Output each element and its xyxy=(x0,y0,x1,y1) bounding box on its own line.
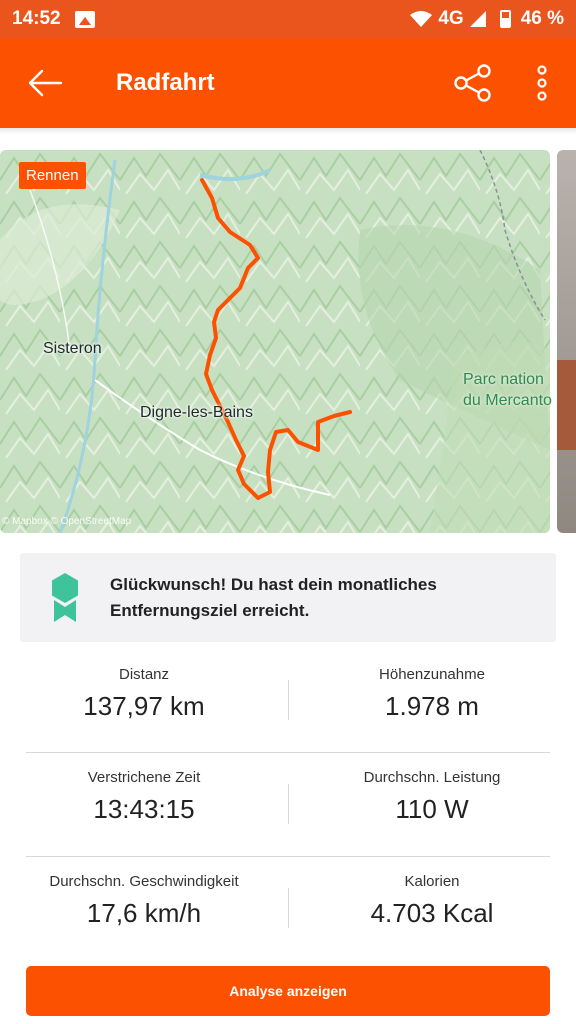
battery-percent: 46 % xyxy=(520,8,564,29)
map-label-park: Parc nation du Mercanto xyxy=(463,369,552,411)
status-bar: 14:52 4G 46 % xyxy=(0,0,576,38)
map-label-digne: Digne-les-Bains xyxy=(140,404,253,421)
stat-elevation-gain: Höhenzunahme 1.978 m xyxy=(288,666,576,722)
stat-elapsed-time: Verstrichene Zeit 13:43:15 xyxy=(0,769,288,825)
stat-label: Höhenzunahme xyxy=(379,666,485,683)
row-divider xyxy=(26,856,550,857)
park-label-line1: Parc nation xyxy=(463,371,544,388)
stat-value: 13:43:15 xyxy=(93,794,195,824)
wifi-icon xyxy=(410,11,433,27)
stat-value: 4.703 Kcal xyxy=(370,898,494,928)
more-vertical-icon xyxy=(537,65,547,101)
stat-label: Durchschn. Geschwindigkeit xyxy=(49,873,239,890)
network-type: 4G xyxy=(438,8,464,29)
stat-distance: Distanz 137,97 km xyxy=(0,666,288,722)
stat-label: Kalorien xyxy=(404,873,460,890)
stat-calories: Kalorien 4.703 Kcal xyxy=(288,873,576,929)
stat-avg-power: Durchschn. Leistung 110 W xyxy=(288,769,576,825)
achievement-badge-icon xyxy=(52,572,78,622)
show-analysis-button[interactable]: Analyse anzeigen xyxy=(26,966,550,1016)
share-button[interactable] xyxy=(448,60,498,106)
stat-value: 110 W xyxy=(395,794,469,824)
stat-label: Durchschn. Leistung xyxy=(363,769,501,786)
stat-label: Verstrichene Zeit xyxy=(87,769,201,786)
goal-achievement-card: Glückwunsch! Du hast dein monatliches En… xyxy=(20,553,556,642)
page-title: Radfahrt xyxy=(116,69,215,96)
next-photo-preview[interactable] xyxy=(557,150,576,533)
back-button[interactable] xyxy=(0,38,90,128)
stat-value: 1.978 m xyxy=(385,691,479,721)
image-notification-icon xyxy=(74,10,95,28)
battery-icon xyxy=(499,10,511,28)
park-label-line2: du Mercanto xyxy=(463,392,552,409)
activity-type-tag: Rennen xyxy=(19,162,86,189)
goal-message: Glückwunsch! Du hast dein monatliches En… xyxy=(110,574,437,620)
signal-icon xyxy=(469,11,486,27)
arrow-left-icon xyxy=(28,69,63,97)
stat-value: 137,97 km xyxy=(83,691,205,721)
app-bar: Radfahrt xyxy=(0,38,576,128)
row-divider xyxy=(26,752,550,753)
map-attribution[interactable]: © Mapbox © OpenStreetMap xyxy=(2,516,131,527)
map-label-sisteron: Sisteron xyxy=(43,340,102,357)
stat-label: Distanz xyxy=(118,666,170,683)
status-time: 14:52 xyxy=(12,8,61,29)
app-bar-shadow xyxy=(0,128,576,134)
stat-avg-speed: Durchschn. Geschwindigkeit 17,6 km/h xyxy=(0,873,288,929)
more-options-button[interactable] xyxy=(520,60,564,106)
stat-value: 17,6 km/h xyxy=(86,898,202,928)
share-icon xyxy=(454,64,491,102)
